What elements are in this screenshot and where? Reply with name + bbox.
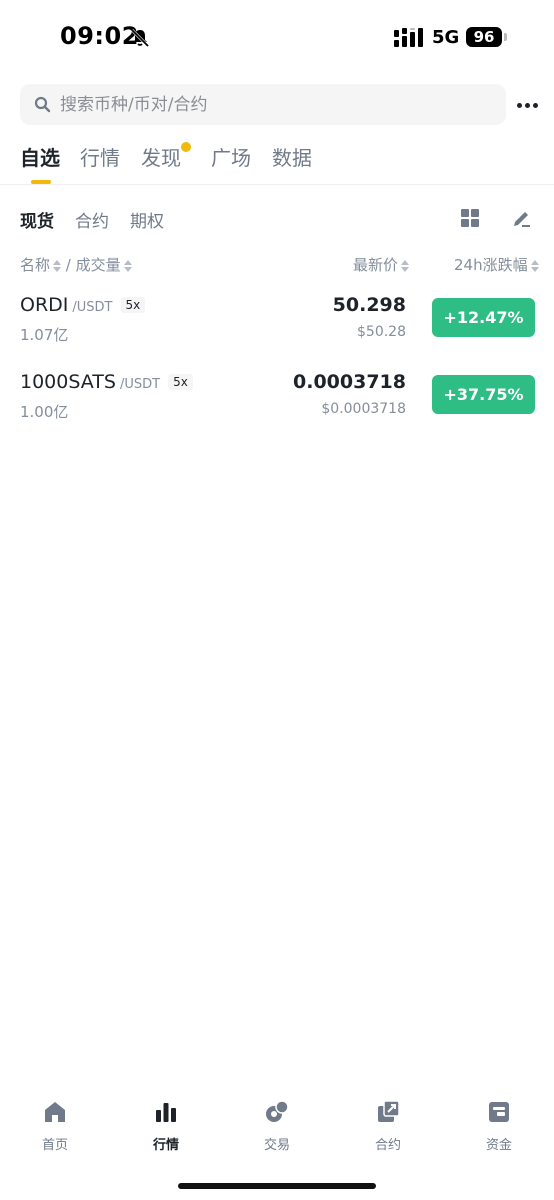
- last-price: 0.0003718: [293, 371, 406, 393]
- trade-icon: [266, 1100, 289, 1122]
- column-change-label: 24h涨跌幅: [454, 256, 528, 274]
- discover-badge-dot: [181, 142, 191, 152]
- subtab-futures[interactable]: 合约: [75, 207, 109, 232]
- base-asset: 1000SATS: [20, 371, 116, 393]
- bottom-nav: 首页 行情 交易 合约 资金: [0, 1100, 554, 1160]
- battery-level: 96: [466, 27, 502, 47]
- more-options-icon[interactable]: [516, 94, 540, 114]
- subtab-spot[interactable]: 现货: [20, 207, 54, 232]
- sort-icon: [530, 259, 539, 272]
- signal-icon: [394, 28, 423, 47]
- home-icon: [45, 1102, 65, 1122]
- quote-asset: /USDT: [119, 377, 161, 392]
- nav-assets[interactable]: 资金: [459, 1100, 539, 1153]
- nav-trade[interactable]: 交易: [237, 1100, 317, 1153]
- nav-label: 合约: [374, 1138, 401, 1153]
- column-name-label: 名称: [20, 256, 51, 274]
- column-header-last-price[interactable]: 最新价: [353, 254, 410, 275]
- network-type: 5G: [432, 27, 460, 48]
- pair-symbol: 1000SATS/USDT 5x: [20, 371, 193, 393]
- nav-label: 资金: [485, 1138, 512, 1153]
- tab-discover[interactable]: 发现: [141, 142, 181, 171]
- markets-icon: [156, 1103, 176, 1122]
- volume: 1.07亿: [20, 326, 69, 344]
- change-badge[interactable]: +37.75%: [432, 375, 535, 414]
- column-price-label: 最新价: [353, 256, 399, 274]
- leverage-badge: 5x: [120, 297, 146, 313]
- last-price: 50.298: [332, 294, 406, 316]
- volume: 1.00亿: [20, 403, 69, 421]
- nav-label: 首页: [41, 1138, 68, 1153]
- search-bar[interactable]: [20, 84, 506, 125]
- fiat-price: $0.0003718: [321, 401, 406, 417]
- search-icon: [34, 96, 51, 113]
- leverage-badge: 5x: [168, 374, 193, 390]
- sort-icon: [53, 259, 62, 272]
- column-volume-label: 成交量: [75, 256, 121, 274]
- tabs-divider: [0, 184, 554, 185]
- sort-icon: [123, 259, 132, 272]
- bell-muted-icon: [130, 28, 150, 48]
- column-separator: /: [65, 256, 71, 274]
- wallet-icon: [489, 1102, 509, 1122]
- subtab-options[interactable]: 期权: [130, 207, 164, 232]
- table-row[interactable]: 1000SATS/USDT 5x 1.00亿 0.0003718 $0.00037…: [0, 371, 554, 441]
- grid-view-icon[interactable]: [461, 209, 479, 227]
- tab-square[interactable]: 广场: [211, 142, 251, 171]
- tab-favorites[interactable]: 自选: [20, 142, 60, 171]
- fiat-price: $50.28: [357, 324, 406, 340]
- futures-icon: [378, 1100, 400, 1122]
- nav-home[interactable]: 首页: [15, 1100, 95, 1153]
- edit-icon[interactable]: [511, 207, 532, 228]
- search-input[interactable]: [60, 84, 490, 125]
- nav-label: 行情: [152, 1138, 179, 1153]
- column-header-change[interactable]: 24h涨跌幅: [454, 254, 539, 275]
- battery-cap: [504, 33, 507, 41]
- tab-data[interactable]: 数据: [272, 142, 312, 171]
- change-badge[interactable]: +12.47%: [432, 298, 535, 337]
- sort-icon: [401, 259, 410, 272]
- quote-asset: /USDT: [72, 300, 113, 315]
- pair-symbol: ORDI/USDT 5x: [20, 294, 146, 316]
- nav-markets[interactable]: 行情: [126, 1100, 206, 1153]
- nav-futures[interactable]: 合约: [348, 1100, 428, 1153]
- status-time: 09:02: [60, 22, 139, 50]
- home-indicator: [178, 1183, 376, 1189]
- base-asset: ORDI: [20, 294, 69, 316]
- nav-label: 交易: [263, 1138, 290, 1153]
- status-bar: 09:02 5G 96: [0, 0, 554, 76]
- table-row[interactable]: ORDI/USDT 5x 1.07亿 50.298 $50.28 +12.47%: [0, 294, 554, 364]
- column-header-name-volume[interactable]: 名称 / 成交量: [20, 254, 132, 275]
- tab-markets[interactable]: 行情: [80, 142, 120, 171]
